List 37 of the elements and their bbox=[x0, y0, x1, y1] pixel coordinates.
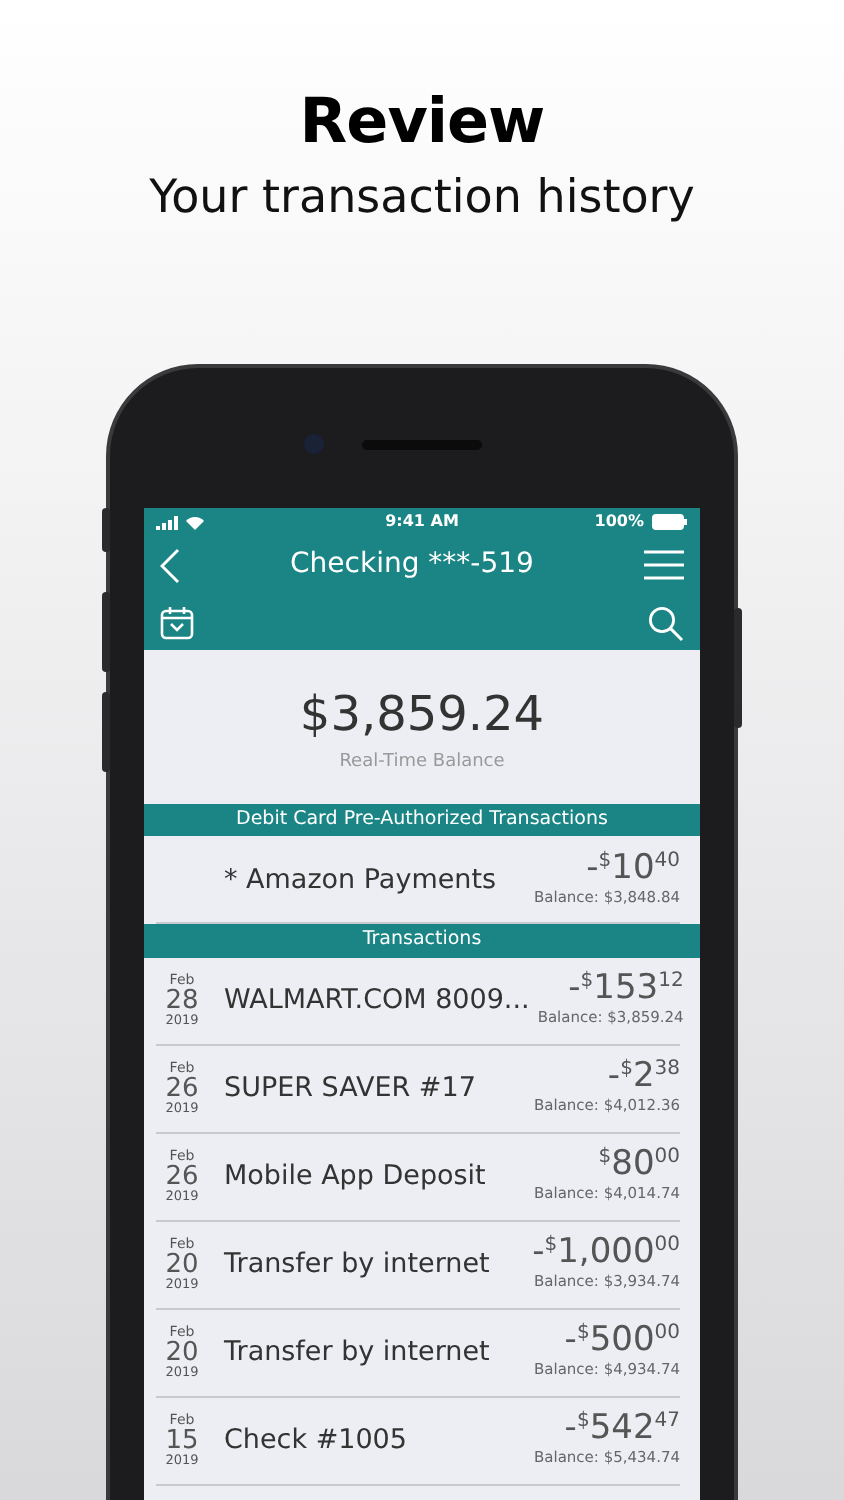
date-day: 26 bbox=[156, 1163, 208, 1190]
date-day: 28 bbox=[156, 987, 208, 1014]
transaction-name: WALMART.COM 8009... bbox=[224, 982, 530, 1021]
date-day: 15 bbox=[156, 1427, 208, 1454]
balance-amount: $3,859.24 bbox=[297, 683, 547, 746]
calendar-button[interactable] bbox=[160, 606, 194, 641]
status-time: 9:41 AM bbox=[385, 510, 459, 535]
account-title: Checking ***-519 bbox=[290, 546, 534, 585]
section-header: Debit Card Pre-Authorized Transactions bbox=[144, 804, 700, 837]
transaction-amount: -$^{$}$153$^{12}$ bbox=[568, 972, 684, 1007]
transaction-name: Check #1005 bbox=[224, 1422, 409, 1461]
camera bbox=[304, 433, 324, 454]
transaction-amount: $^{$}$80$^{00}$ bbox=[598, 1148, 680, 1183]
transaction-name: SUPER SAVER #17 bbox=[224, 1070, 478, 1109]
transaction-amount: -$^{$}$1,000$^{00}$ bbox=[532, 1236, 680, 1271]
section-header: Transactions bbox=[144, 924, 700, 958]
battery-percent: 100% bbox=[594, 510, 644, 535]
transaction-amount: -$^{$}$2$^{38}$ bbox=[607, 1060, 680, 1095]
date-day: 26 bbox=[156, 1075, 208, 1102]
balance-label: Real-Time Balance bbox=[337, 749, 507, 776]
subtitle: Your transaction history bbox=[147, 172, 697, 228]
wifi-icon bbox=[186, 515, 204, 530]
headline: Review bbox=[297, 88, 547, 157]
menu-button[interactable] bbox=[643, 550, 684, 581]
transaction-amount: -$^{$}$542$^{47}$ bbox=[564, 1412, 680, 1447]
transaction-amount: -$^{$}$10$^{40}$ bbox=[586, 851, 680, 886]
back-button[interactable] bbox=[160, 547, 180, 584]
date-day: 20 bbox=[156, 1251, 208, 1278]
battery-icon bbox=[652, 514, 688, 531]
transaction-name: Transfer by internet bbox=[224, 1246, 492, 1285]
transaction-name: * Amazon Payments bbox=[224, 861, 499, 900]
signal-icon bbox=[156, 515, 178, 530]
date-day: 20 bbox=[156, 1339, 208, 1366]
search-button[interactable] bbox=[648, 605, 684, 642]
transaction-name: Transfer by internet bbox=[224, 1334, 492, 1373]
transaction-amount: -$^{$}$500$^{00}$ bbox=[564, 1324, 680, 1359]
transaction-name: Mobile App Deposit bbox=[224, 1158, 488, 1197]
